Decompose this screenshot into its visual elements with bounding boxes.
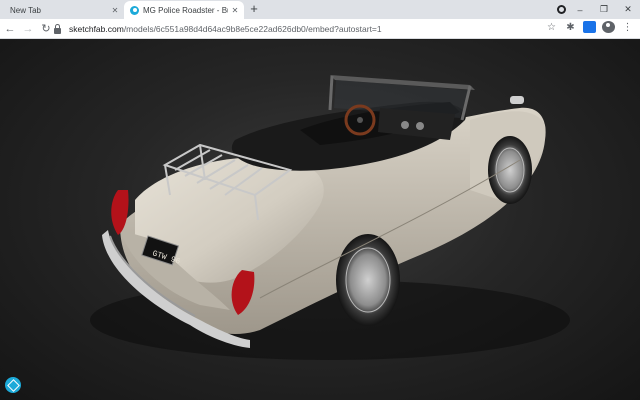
- back-icon[interactable]: ←: [2, 23, 18, 35]
- reload-icon[interactable]: ↻: [38, 22, 54, 35]
- tab-strip: New Tab ✕ MG Police Roadster - Buy Ro ✕ …: [0, 0, 640, 19]
- url-text[interactable]: sketchfab.com/models/6c551a98d4d64ac9b8e…: [69, 24, 382, 34]
- close-icon[interactable]: ✕: [108, 6, 122, 15]
- car-model[interactable]: GTW 96: [0, 40, 640, 400]
- restore-button[interactable]: ❐: [592, 4, 616, 15]
- address-bar[interactable]: sketchfab.com/models/6c551a98d4d64ac9b8e…: [54, 22, 562, 36]
- window-controls: – ❐ ✕: [568, 0, 640, 19]
- close-window-button[interactable]: ✕: [616, 4, 640, 15]
- extension-icon[interactable]: [583, 21, 596, 33]
- forward-icon[interactable]: →: [20, 23, 36, 35]
- tab-new-tab[interactable]: New Tab ✕: [0, 1, 124, 19]
- sketchfab-favicon-icon: [130, 5, 139, 15]
- extensions-icon[interactable]: ✱: [564, 22, 577, 33]
- tab-title: MG Police Roadster - Buy Ro: [143, 5, 228, 15]
- close-icon[interactable]: ✕: [228, 6, 242, 15]
- menu-icon[interactable]: ⋮: [621, 22, 634, 33]
- media-control-icon[interactable]: [557, 5, 566, 14]
- profile-icon[interactable]: [602, 21, 615, 33]
- model-viewer[interactable]: GTW 96: [0, 40, 640, 400]
- lock-icon[interactable]: [54, 23, 61, 34]
- minimize-button[interactable]: –: [568, 5, 592, 15]
- toolbar-actions: ☆ ✱ ⋮: [545, 21, 634, 33]
- tab-mg-roadster[interactable]: MG Police Roadster - Buy Ro ✕: [124, 1, 244, 19]
- sketchfab-logo-icon[interactable]: [5, 377, 21, 393]
- tab-title: New Tab: [10, 5, 41, 15]
- browser-toolbar: ← → ↻ sketchfab.com/models/6c551a98d4d64…: [0, 19, 640, 39]
- new-tab-button[interactable]: +: [247, 2, 261, 16]
- star-icon[interactable]: ☆: [545, 22, 558, 33]
